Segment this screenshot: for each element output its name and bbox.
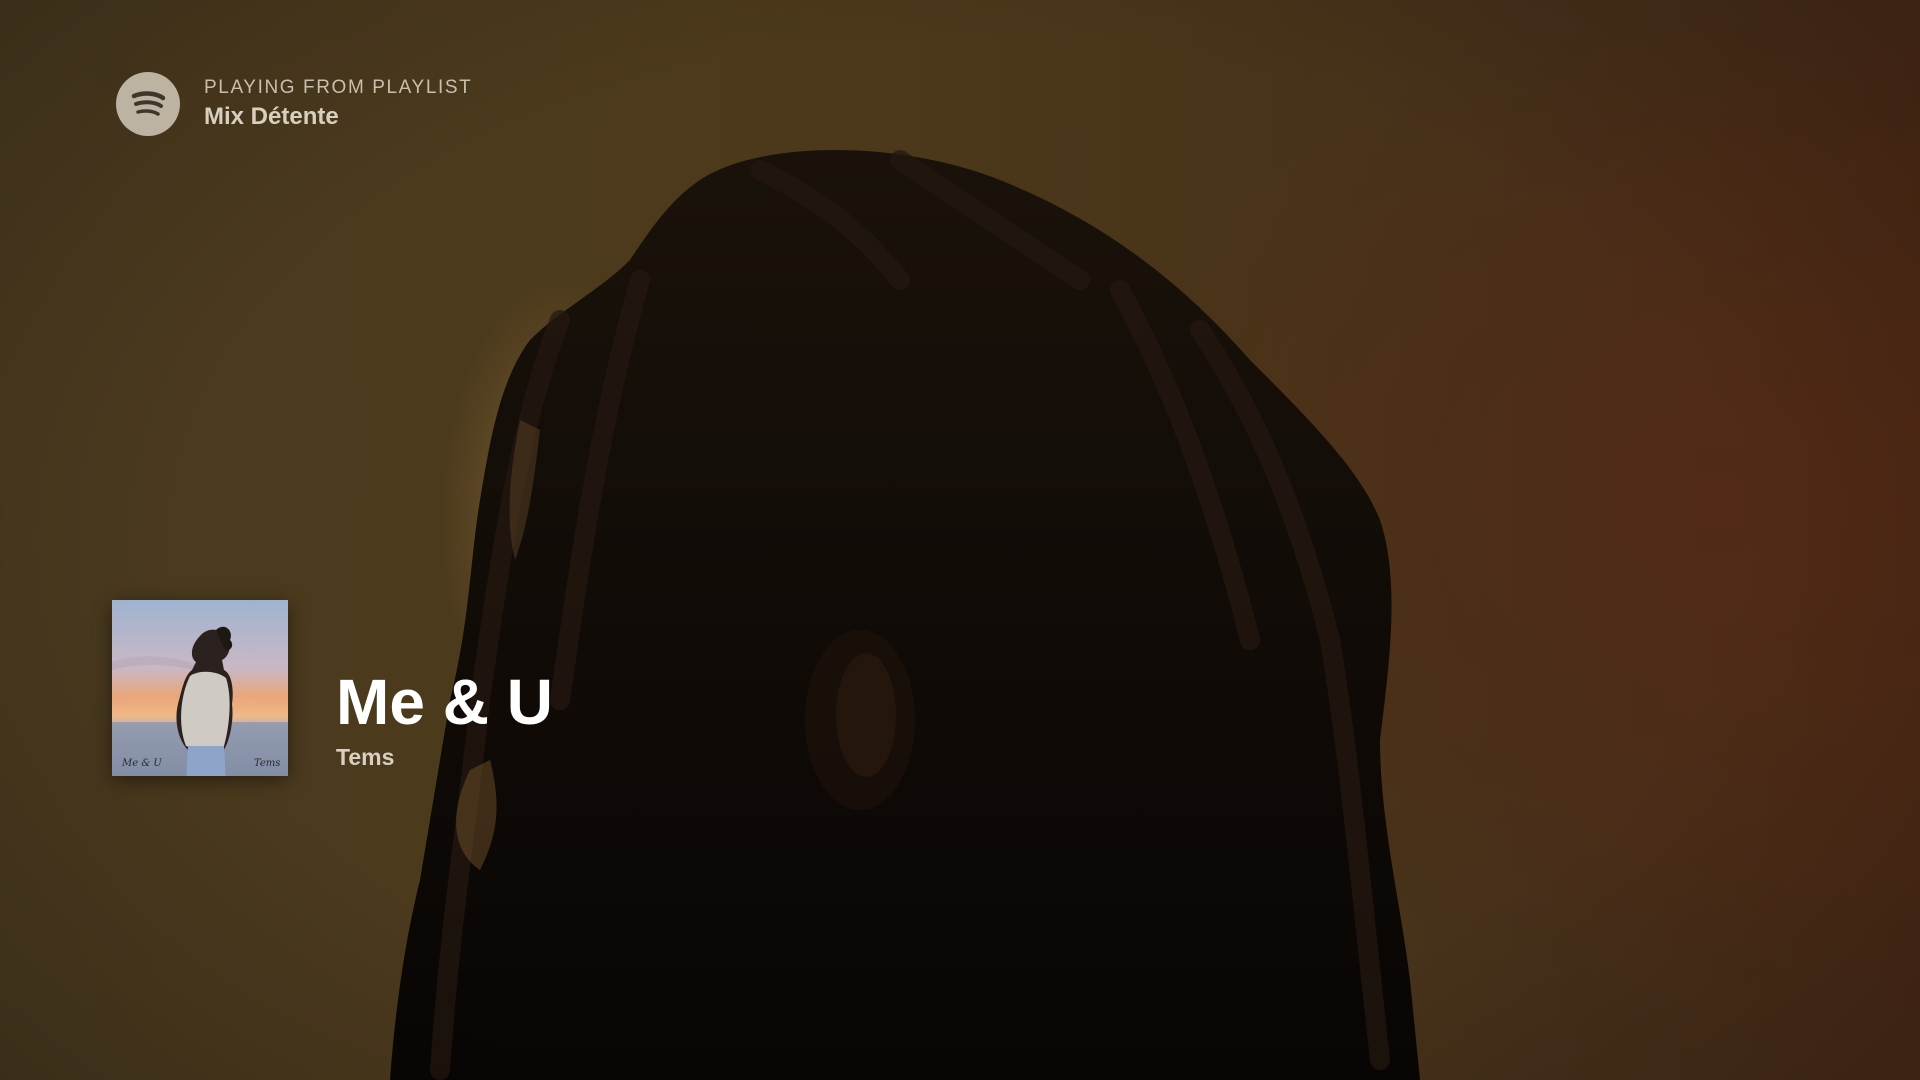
cover-signature-right: Tems xyxy=(254,758,280,769)
track-info: Me & U Tems xyxy=(336,664,553,772)
album-cover: Me & U Tems xyxy=(112,600,288,776)
cover-signature-left: Me & U xyxy=(121,758,162,769)
context-text: PLAYING FROM PLAYLIST Mix Détente xyxy=(204,76,472,132)
spotify-logo-icon xyxy=(116,72,180,136)
now-playing-screen: PLAYING FROM PLAYLIST Mix Détente Me & U… xyxy=(0,0,1920,1080)
context-label: PLAYING FROM PLAYLIST xyxy=(204,77,473,98)
playback-context: PLAYING FROM PLAYLIST Mix Détente xyxy=(116,72,472,136)
playlist-name: Mix Détente xyxy=(204,103,339,130)
track-title: Me & U xyxy=(336,666,553,738)
background-artwork xyxy=(390,150,1420,1080)
track-artist[interactable]: Tems xyxy=(336,742,553,772)
